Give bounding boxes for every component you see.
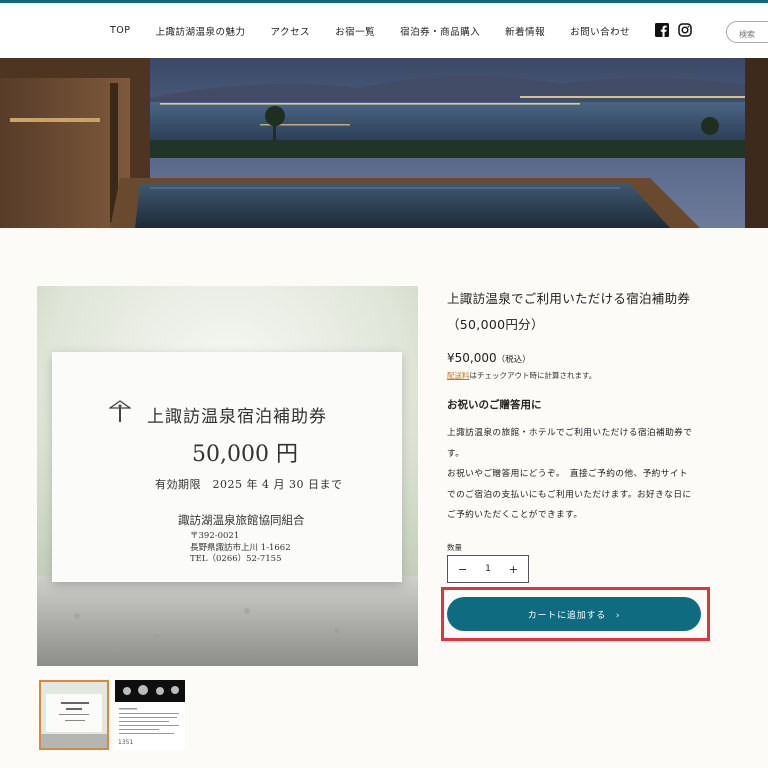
quantity-decrease-button[interactable]: − [458, 563, 467, 576]
quantity-stepper: − 1 + [447, 555, 529, 583]
quantity-increase-button[interactable]: + [509, 563, 518, 576]
product-main-image[interactable]: 上諏訪温泉宿泊補助券 50,000 円 有効期限 2025 年 4 月 30 日… [37, 286, 418, 666]
product-description: 上諏訪温泉の旅館・ホテルでご利用いただける宿泊補助券で す。 お祝いやご贈答用に… [447, 428, 693, 520]
hero-banner-image [0, 58, 768, 228]
voucher-validity: 有効期限 2025 年 4 月 30 日まで [155, 478, 343, 491]
add-to-cart-button[interactable]: カートに追加する › [447, 597, 701, 631]
quantity-label: 数量 [447, 543, 462, 552]
tax-note: （税込） [496, 355, 531, 365]
social-links [655, 22, 692, 37]
nav-voucher-purchase[interactable]: 宿泊券・商品購入 [400, 24, 480, 38]
product-title: 上諏訪温泉でご利用いただける宿泊補助券 （50,000円分） [447, 291, 691, 332]
quantity-value[interactable]: 1 [485, 564, 491, 574]
facebook-icon[interactable] [655, 22, 669, 37]
nav-onsen-charm[interactable]: 上諏訪湖温泉の魅力 [156, 24, 246, 38]
nav-top[interactable]: TOP [110, 25, 131, 36]
nav-contact[interactable]: お問い合わせ [570, 24, 630, 38]
voucher-amount: 50,000 円 [192, 442, 298, 467]
voucher-card: 上諏訪温泉宿泊補助券 50,000 円 有効期限 2025 年 4 月 30 日… [52, 352, 402, 582]
voucher-address: 〒392-0021 長野県諏訪市上川 1-1662 TEL（0266）52-71… [190, 531, 291, 564]
product-price: ¥50,000（税込） [447, 351, 531, 365]
voucher-organization: 諏訪湖温泉旅館協同組合 [178, 513, 305, 527]
thumbnail-details[interactable]: 1351 [115, 680, 185, 750]
thumbnail-voucher[interactable] [39, 680, 109, 750]
thumbnail-strip: 1351 [39, 680, 185, 750]
search-input[interactable] [739, 30, 768, 39]
shipping-link[interactable]: 配送料 [447, 371, 470, 380]
nav-inn-list[interactable]: お宿一覧 [335, 24, 375, 38]
site-header: TOP 上諏訪湖温泉の魅力 アクセス お宿一覧 宿泊券・商品購入 新着情報 お問… [0, 3, 768, 58]
nav-access[interactable]: アクセス [271, 24, 311, 38]
main-nav: TOP 上諏訪湖温泉の魅力 アクセス お宿一覧 宿泊券・商品購入 新着情報 お問… [110, 3, 652, 58]
instagram-icon[interactable] [678, 22, 692, 37]
voucher-title: 上諏訪温泉宿泊補助券 [147, 407, 327, 427]
thumbnail-caption: 1351 [118, 739, 134, 746]
nav-news[interactable]: 新着情報 [505, 24, 545, 38]
shipping-note: 配送料はチェックアウト時に計算されます。 [447, 371, 597, 380]
product-info: 上諏訪温泉でご利用いただける宿泊補助券 （50,000円分） ¥50,000（税… [447, 286, 737, 526]
search-field[interactable] [726, 21, 768, 43]
product-subheading: お祝いのご贈答用に [447, 399, 542, 411]
emblem-icon [107, 400, 133, 424]
